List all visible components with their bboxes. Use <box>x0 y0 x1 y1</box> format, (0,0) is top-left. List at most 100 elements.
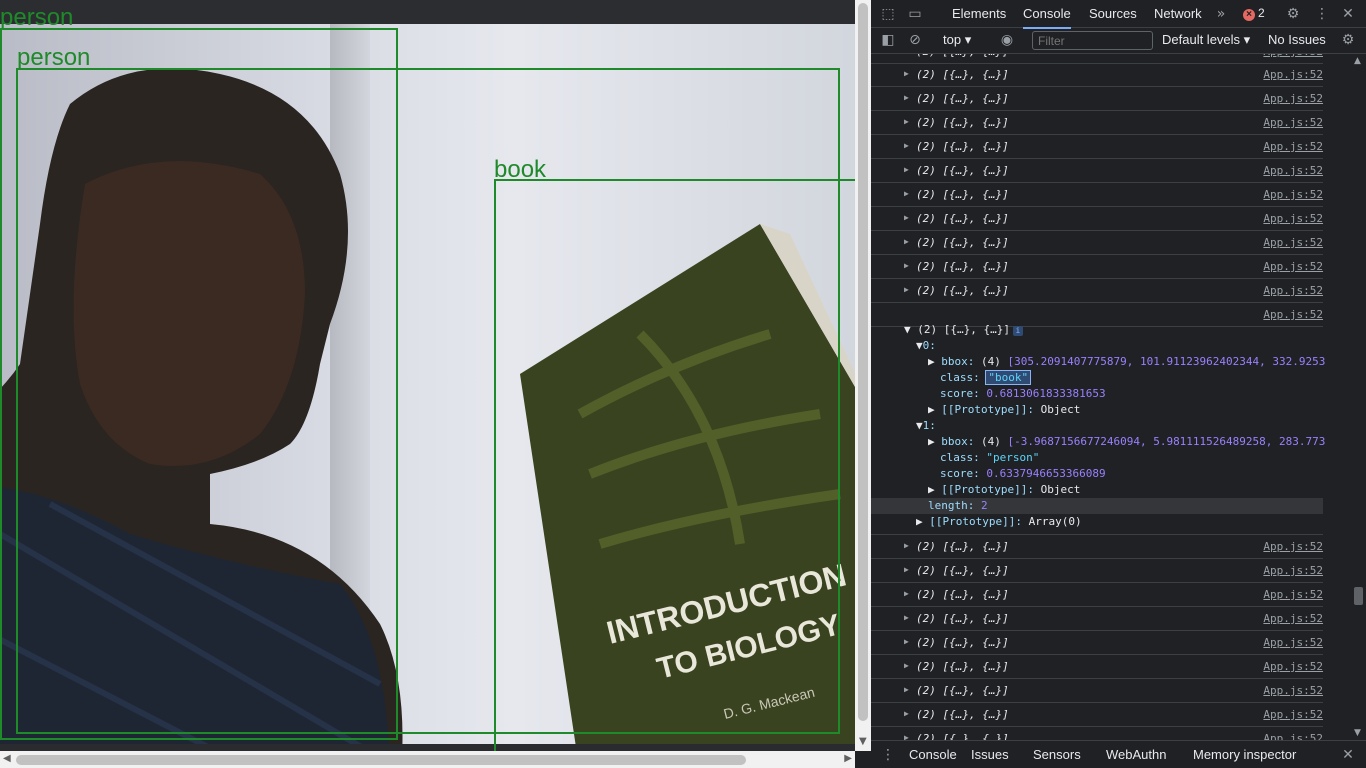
console-log-row[interactable]: ▶ (2) [{…}, {…}] App.js:52 <box>871 607 1323 631</box>
source-link[interactable]: App.js:52 <box>1263 260 1323 273</box>
tab-elements[interactable]: Elements <box>952 0 1006 27</box>
live-expression-eye-icon[interactable]: ◉ <box>998 31 1016 49</box>
console-log-row[interactable]: ▶ (2) [{…}, {…}] App.js:52 <box>871 207 1323 231</box>
expand-arrow-icon[interactable]: ▶ <box>916 515 929 528</box>
console-log-row[interactable]: ▶ (2) [{…}, {…}] App.js:52 <box>871 583 1323 607</box>
console-vertical-scrollbar[interactable]: ▲ ▼ <box>1350 54 1366 740</box>
scroll-down-arrow-icon[interactable]: ▼ <box>859 736 867 747</box>
source-link[interactable]: App.js:52 <box>1263 660 1323 673</box>
issues-counter[interactable]: No Issues <box>1268 32 1326 47</box>
console-log-row[interactable]: ▶ (2) [{…}, {…}] App.js:52 <box>871 111 1323 135</box>
drawer-tab-sensors[interactable]: Sensors <box>1033 741 1081 768</box>
source-link[interactable]: App.js:52 <box>1263 284 1323 297</box>
console-tree-line[interactable]: class: "person" <box>940 451 1039 464</box>
expand-arrow-icon[interactable]: ▶ <box>928 403 941 416</box>
scroll-left-arrow-icon[interactable]: ◀ <box>3 753 11 764</box>
expand-arrow-icon[interactable]: ▶ <box>904 69 909 78</box>
close-devtools-icon[interactable]: ✕ <box>1339 5 1357 23</box>
source-link[interactable]: App.js:52 <box>1263 308 1323 321</box>
scroll-right-arrow-icon[interactable]: ▶ <box>844 753 852 764</box>
device-toolbar-icon[interactable]: ▭ <box>906 5 924 23</box>
expand-arrow-icon[interactable]: ▶ <box>904 117 909 126</box>
expand-arrow-icon[interactable]: ▶ <box>904 589 909 598</box>
expand-arrow-icon[interactable]: ▶ <box>904 733 909 740</box>
source-link[interactable]: App.js:52 <box>1263 684 1323 697</box>
console-log-row[interactable]: ▶ (2) [{…}, {…}] App.js:52 <box>871 631 1323 655</box>
close-drawer-icon[interactable]: ✕ <box>1339 746 1357 764</box>
console-log-row[interactable]: ▶ (2) [{…}, {…}] App.js:52 <box>871 279 1323 303</box>
page-vertical-scrollbar[interactable]: ▲ ▼ <box>855 0 871 751</box>
expand-arrow-icon[interactable]: ▶ <box>904 237 909 246</box>
source-link[interactable]: App.js:52 <box>1263 236 1323 249</box>
expand-arrow-icon[interactable]: ▶ <box>904 165 909 174</box>
source-link[interactable]: App.js:52 <box>1263 588 1323 601</box>
console-settings-gear-icon[interactable]: ⚙ <box>1339 31 1357 49</box>
console-log-row[interactable]: ▶ (2) [{…}, {…}] App.js:52 <box>871 703 1323 727</box>
context-selector[interactable]: top ▾ <box>943 32 971 48</box>
console-tree-line[interactable]: length: 2 <box>928 499 988 512</box>
console-log-row[interactable]: ▶ (2) [{…}, {…}] App.js:52 <box>871 159 1323 183</box>
console-tree-line[interactable]: ▶ [[Prototype]]: Object <box>928 483 1080 496</box>
drawer-tab-memory-inspector[interactable]: Memory inspector <box>1193 741 1296 768</box>
source-link[interactable]: App.js:52 <box>1263 68 1323 81</box>
expand-arrow-icon[interactable]: ▶ <box>904 565 909 574</box>
console-scroll-thumb[interactable] <box>1354 587 1363 605</box>
more-tabs-icon[interactable]: » <box>1212 5 1230 23</box>
source-link[interactable]: App.js:52 <box>1263 54 1323 58</box>
expand-arrow-icon[interactable]: ▶ <box>904 189 909 198</box>
console-log-row[interactable]: ▶ (2) [{…}, {…}] App.js:52 <box>871 255 1323 279</box>
filter-input[interactable] <box>1032 31 1153 50</box>
source-link[interactable]: App.js:52 <box>1263 92 1323 105</box>
expand-arrow-icon[interactable]: ▶ <box>904 285 909 294</box>
console-log-row[interactable]: ▶ (2) [{…}, {…}] App.js:52 <box>871 559 1323 583</box>
console-tree-line[interactable]: ▼1: <box>916 419 936 432</box>
more-options-icon[interactable]: ⋮ <box>1313 5 1331 23</box>
source-link[interactable]: App.js:52 <box>1263 732 1323 740</box>
collapse-arrow-icon[interactable]: ▼ <box>916 419 923 432</box>
collapse-arrow-icon[interactable]: ▼ <box>904 323 917 336</box>
error-count-badge[interactable]: × 2 <box>1243 6 1265 21</box>
drawer-tab-issues[interactable]: Issues <box>971 741 1009 768</box>
log-levels-dropdown[interactable]: Default levels ▾ <box>1162 32 1250 48</box>
source-link[interactable]: App.js:52 <box>1263 164 1323 177</box>
source-link[interactable]: App.js:52 <box>1263 708 1323 721</box>
settings-gear-icon[interactable]: ⚙ <box>1284 5 1302 23</box>
console-tree-line[interactable]: ▶ bbox: (4) [-3.9687156677246094, 5.9811… <box>928 435 1325 448</box>
console-tree-line[interactable]: ▼0: <box>916 339 936 352</box>
drawer-tab-console[interactable]: Console <box>909 741 957 768</box>
expand-arrow-icon[interactable]: ▶ <box>928 355 941 368</box>
console-log-row[interactable]: ▶ (2) [{…}, {…}] App.js:52 <box>871 63 1323 87</box>
source-link[interactable]: App.js:52 <box>1263 188 1323 201</box>
console-tree-line[interactable]: score: 0.6337946653366089 <box>940 467 1106 480</box>
expand-arrow-icon[interactable]: ▶ <box>904 54 909 55</box>
source-link[interactable]: App.js:52 <box>1263 636 1323 649</box>
inspect-element-icon[interactable]: ⬚ <box>879 5 897 23</box>
source-link[interactable]: App.js:52 <box>1263 116 1323 129</box>
console-scroll-up-icon[interactable]: ▲ <box>1354 56 1361 66</box>
expand-arrow-icon[interactable]: ▶ <box>904 685 909 694</box>
source-link[interactable]: App.js:52 <box>1263 612 1323 625</box>
console-tree-line[interactable]: ▼ (2) [{…}, {…}] i <box>904 323 1023 336</box>
expand-arrow-icon[interactable]: ▶ <box>904 709 909 718</box>
tab-network[interactable]: Network <box>1154 0 1202 27</box>
console-tree-line[interactable]: ▶ [[Prototype]]: Array(0) <box>916 515 1082 528</box>
expand-arrow-icon[interactable]: ▶ <box>904 93 909 102</box>
expand-arrow-icon[interactable]: ▶ <box>904 637 909 646</box>
console-log-row[interactable]: ▶ (2) [{…}, {…}] App.js:52 <box>871 87 1323 111</box>
console-log-row[interactable]: ▶ (2) [{…}, {…}] App.js:52 <box>871 135 1323 159</box>
console-log-row[interactable]: ▶ (2) [{…}, {…}] App.js:52 <box>871 655 1323 679</box>
console-tree-line[interactable]: ▶ bbox: (4) [305.2091407775879, 101.9112… <box>928 355 1325 368</box>
expand-arrow-icon[interactable]: ▶ <box>904 261 909 270</box>
console-log-row[interactable]: ▶ (2) [{…}, {…}] App.js:52 <box>871 679 1323 703</box>
console-log-row[interactable]: ▶ (2) [{…}, {…}] App.js:52 <box>871 183 1323 207</box>
expand-arrow-icon[interactable]: ▶ <box>904 213 909 222</box>
console-log-row[interactable]: ▶ (2) [{…}, {…}] App.js:52 <box>871 727 1323 740</box>
source-link[interactable]: App.js:52 <box>1263 564 1323 577</box>
page-horizontal-scrollbar[interactable]: ◀ ▶ <box>0 751 855 768</box>
drawer-tab-webauthn[interactable]: WebAuthn <box>1106 741 1166 768</box>
source-link[interactable]: App.js:52 <box>1263 140 1323 153</box>
page-horizontal-scroll-thumb[interactable] <box>16 755 746 765</box>
drawer-menu-icon[interactable]: ⋮ <box>879 746 897 764</box>
expand-arrow-icon[interactable]: ▶ <box>904 661 909 670</box>
console-tree-line[interactable]: score: 0.6813061833381653 <box>940 387 1106 400</box>
